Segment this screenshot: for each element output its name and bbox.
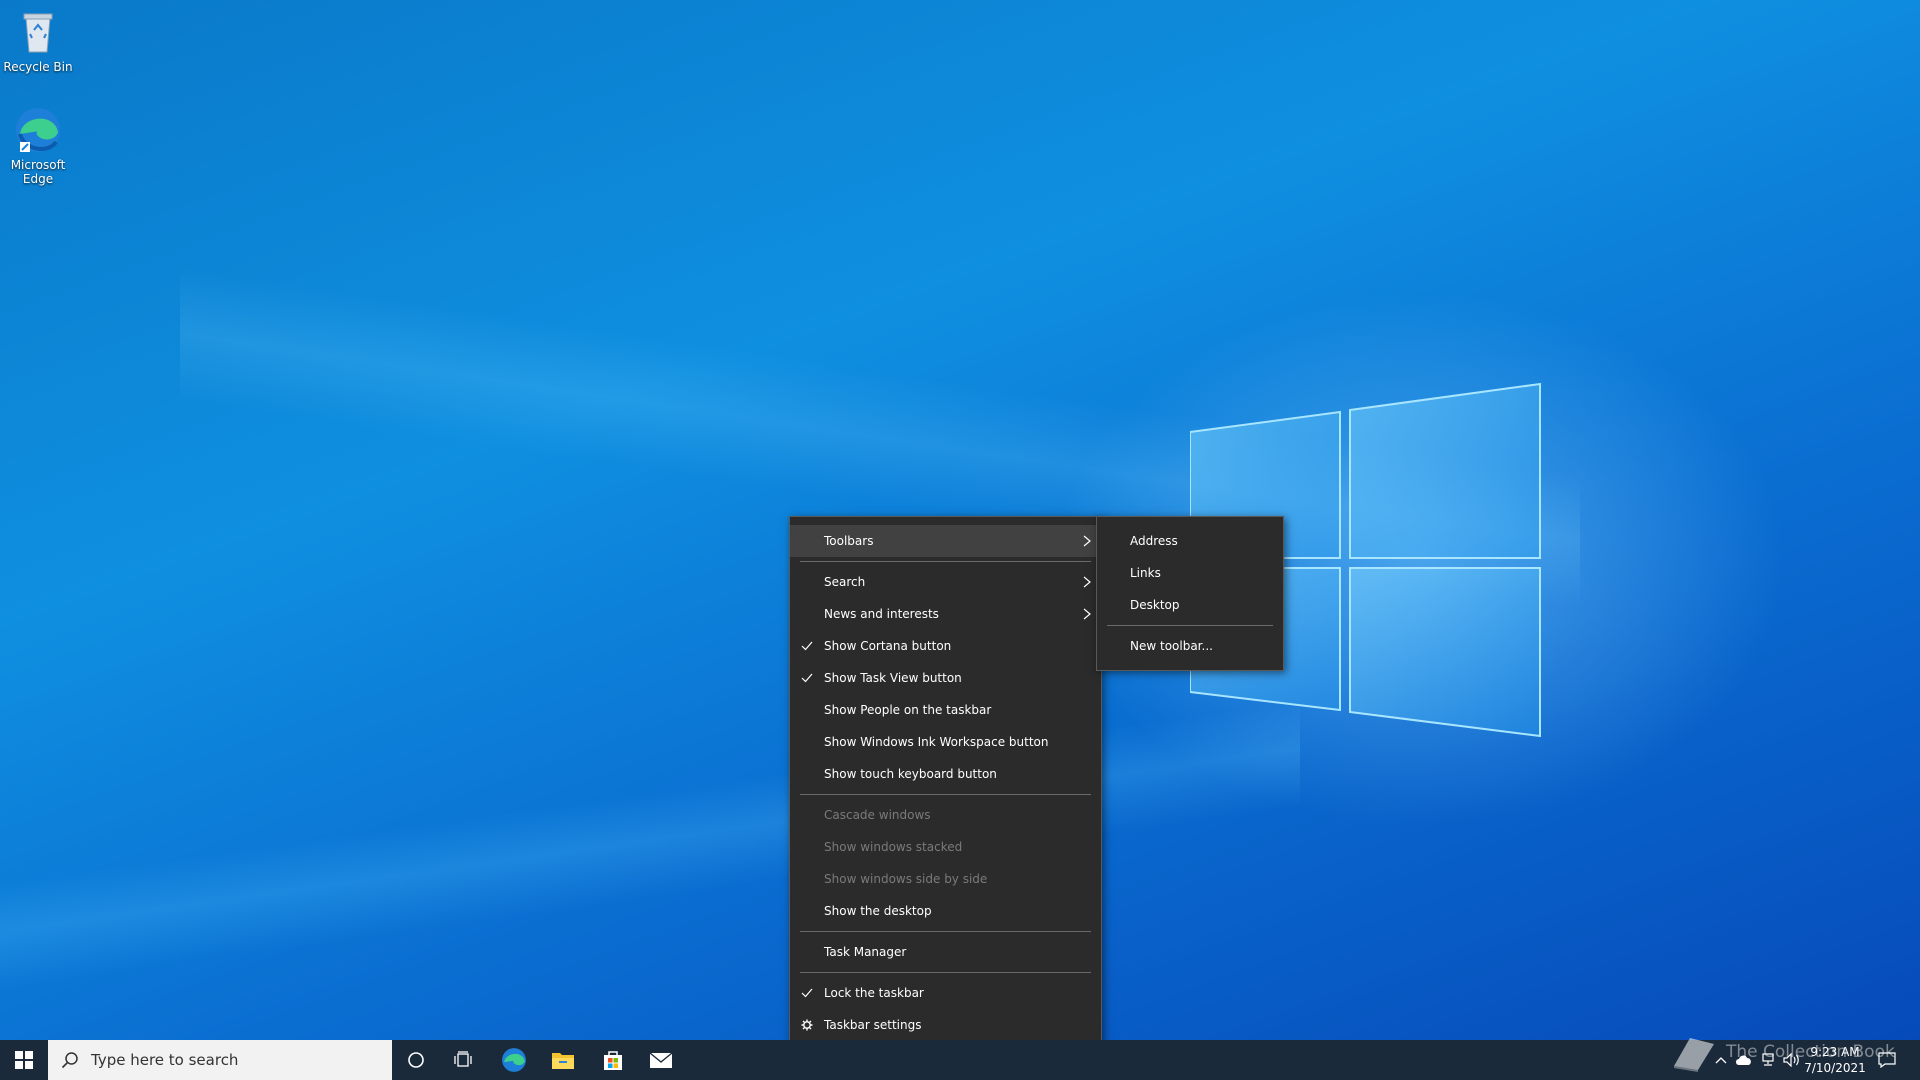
menu-item-taskbar-settings[interactable]: Taskbar settings: [790, 1009, 1101, 1041]
menu-separator: [800, 794, 1091, 795]
chevron-right-icon: [1083, 608, 1091, 620]
edge-icon: [502, 1048, 526, 1072]
menu-item-label: Show Cortana button: [824, 639, 952, 653]
menu-item-show-touch-keyboard[interactable]: Show touch keyboard button: [790, 758, 1101, 790]
edge-icon: [16, 108, 60, 152]
menu-item-label: New toolbar...: [1130, 639, 1213, 653]
search-placeholder: Type here to search: [91, 1051, 239, 1069]
menu-item-label: Links: [1130, 566, 1161, 580]
store-icon: [604, 1051, 622, 1070]
menu-item-label: Lock the taskbar: [824, 986, 924, 1000]
windows-start-icon: [15, 1051, 33, 1069]
menu-separator: [800, 931, 1091, 932]
taskbar-search-box[interactable]: Type here to search: [48, 1040, 392, 1080]
menu-item-label: Show touch keyboard button: [824, 767, 997, 781]
menu-item-toolbars[interactable]: Toolbars: [790, 525, 1101, 557]
menu-item-show-cortana-button[interactable]: Show Cortana button: [790, 630, 1101, 662]
menu-item-label: Show windows stacked: [824, 840, 963, 854]
menu-item-lock-the-taskbar[interactable]: Lock the taskbar: [790, 977, 1101, 1009]
submenu-item-links[interactable]: Links: [1097, 557, 1283, 589]
menu-item-label: Show windows side by side: [824, 872, 988, 886]
desktop-icon-recycle-bin[interactable]: Recycle Bin: [0, 8, 76, 74]
menu-separator: [1107, 625, 1273, 626]
menu-item-cascade-windows: Cascade windows: [790, 799, 1101, 831]
menu-item-label: Taskbar settings: [824, 1018, 922, 1032]
watermark: The Collection Book: [1670, 1032, 1895, 1072]
watermark-text: The Collection Book: [1726, 1042, 1895, 1062]
menu-separator: [800, 972, 1091, 973]
menu-item-show-windows-stacked: Show windows stacked: [790, 831, 1101, 863]
menu-item-show-the-desktop[interactable]: Show the desktop: [790, 895, 1101, 927]
chevron-right-icon: [1083, 576, 1091, 588]
gear-icon: [801, 1019, 813, 1031]
start-button[interactable]: [0, 1040, 48, 1080]
menu-item-show-windows-side-by-side: Show windows side by side: [790, 863, 1101, 895]
toolbars-submenu: Address Links Desktop New toolbar...: [1096, 516, 1284, 671]
menu-item-label: Cascade windows: [824, 808, 931, 822]
chevron-right-icon: [1083, 535, 1091, 547]
cortana-icon: [408, 1052, 424, 1068]
taskbar-context-menu: Toolbars Search News and interests Show …: [789, 516, 1102, 1051]
light-beam: [0, 700, 1300, 1000]
menu-item-show-people[interactable]: Show People on the taskbar: [790, 694, 1101, 726]
menu-item-show-ink-workspace[interactable]: Show Windows Ink Workspace button: [790, 726, 1101, 758]
desktop-icon-edge[interactable]: Microsoft Edge: [0, 106, 76, 186]
menu-item-label: Desktop: [1130, 598, 1180, 612]
taskbar: Type here to search 9:23 AM 7/10/2021: [0, 1040, 1920, 1080]
task-view-icon: [454, 1051, 472, 1067]
file-explorer-button[interactable]: [539, 1040, 587, 1080]
task-view-button[interactable]: [440, 1040, 488, 1080]
microsoft-store-button[interactable]: [589, 1040, 637, 1080]
desktop-icon-label: Microsoft Edge: [10, 158, 66, 186]
submenu-item-address[interactable]: Address: [1097, 525, 1283, 557]
submenu-item-desktop[interactable]: Desktop: [1097, 589, 1283, 621]
menu-item-search[interactable]: Search: [790, 566, 1101, 598]
search-icon: [61, 1052, 78, 1069]
menu-item-show-task-view-button[interactable]: Show Task View button: [790, 662, 1101, 694]
file-explorer-icon: [552, 1053, 574, 1069]
checkmark-icon: [801, 988, 813, 998]
menu-separator: [800, 561, 1091, 562]
menu-item-label: News and interests: [824, 607, 939, 621]
menu-item-label: Search: [824, 575, 866, 589]
menu-item-label: Show Windows Ink Workspace button: [824, 735, 1049, 749]
menu-item-label: Address: [1130, 534, 1178, 548]
checkmark-icon: [801, 673, 813, 683]
recycle-bin-icon: [23, 13, 53, 53]
book-logo-icon: [1674, 1038, 1714, 1072]
taskbar-edge-button[interactable]: [490, 1040, 538, 1080]
menu-item-label: Show Task View button: [824, 671, 962, 685]
menu-item-label: Toolbars: [824, 534, 874, 548]
menu-item-label: Show the desktop: [824, 904, 932, 918]
checkmark-icon: [801, 641, 813, 651]
menu-item-task-manager[interactable]: Task Manager: [790, 936, 1101, 968]
menu-item-label: Task Manager: [824, 945, 907, 959]
cortana-button[interactable]: [392, 1040, 440, 1080]
mail-icon: [649, 1052, 673, 1068]
menu-item-news-and-interests[interactable]: News and interests: [790, 598, 1101, 630]
submenu-item-new-toolbar[interactable]: New toolbar...: [1097, 630, 1283, 662]
desktop-icon-label: Recycle Bin: [3, 60, 73, 74]
menu-item-label: Show People on the taskbar: [824, 703, 992, 717]
mail-button[interactable]: [637, 1040, 685, 1080]
